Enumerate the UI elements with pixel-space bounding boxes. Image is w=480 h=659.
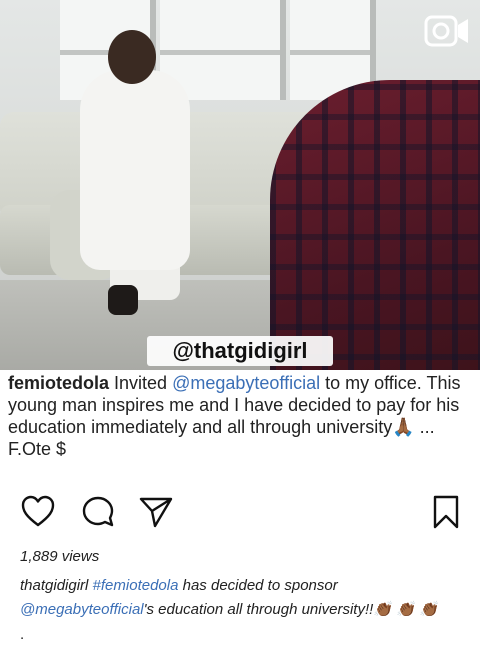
caption-username[interactable]: thatgidigirl (20, 577, 88, 594)
video-camera-icon (424, 15, 468, 47)
overlay-caption: femiotedola Invited @megabyteofficial to… (8, 372, 472, 460)
heart-icon[interactable] (20, 494, 56, 530)
caption-mention[interactable]: @megabyteofficial (20, 601, 144, 618)
man-head (108, 30, 156, 84)
caption-trailing-dot: . (20, 626, 25, 643)
caption-text: 's education all through university!! (143, 601, 374, 618)
caption-text: has decided to sponsor (178, 577, 338, 594)
post-caption: thatgidigirl #femiotedola has decided to… (20, 574, 470, 622)
view-count: 1,889 views (20, 548, 100, 565)
seated-man (80, 70, 190, 270)
caption-hashtag[interactable]: #femiotedola (93, 577, 179, 594)
caption-mention[interactable]: @megabyteofficial (172, 373, 320, 393)
plaid-shirt-foreground (270, 80, 480, 370)
bookmark-icon[interactable] (428, 494, 464, 530)
caption-username[interactable]: femiotedola (8, 373, 109, 393)
pray-emoji: 🙏🏾 (392, 417, 415, 437)
comment-icon[interactable] (80, 494, 116, 530)
post-video[interactable]: @thatgidigirl (0, 0, 480, 370)
watermark: @thatgidigirl (147, 336, 333, 366)
clap-emoji: 👏🏾 👏🏾 👏🏾 (373, 601, 438, 618)
send-icon[interactable] (138, 494, 174, 530)
shoe (108, 285, 138, 315)
action-bar (0, 494, 480, 534)
caption-text: Invited (109, 373, 173, 393)
